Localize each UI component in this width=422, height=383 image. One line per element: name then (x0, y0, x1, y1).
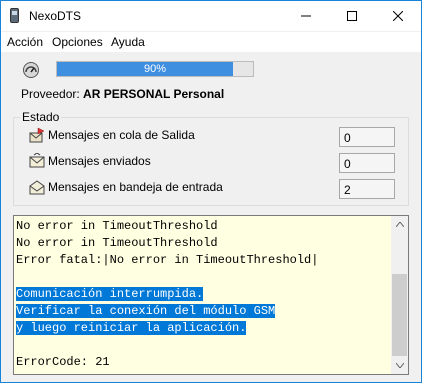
scroll-down-button[interactable] (391, 357, 408, 374)
log-content: No error in TimeoutThreshold No error in … (16, 218, 392, 371)
menu-bar: Acción Opciones Ayuda (1, 32, 421, 52)
inbox-label: Mensajes en bandeja de entrada (48, 180, 223, 194)
minimize-button[interactable] (283, 1, 329, 31)
close-button[interactable] (375, 1, 421, 31)
log-line: No error in TimeoutThreshold (16, 219, 218, 233)
log-line: Verificar la conexión del módulo GSM (16, 304, 276, 318)
window-title: NexoDTS (29, 9, 82, 23)
log-line: Comunicación interrumpida. (16, 287, 204, 301)
connection-gauge-icon (23, 62, 39, 78)
log-textarea[interactable]: No error in TimeoutThreshold No error in … (13, 215, 409, 375)
close-icon (393, 11, 403, 21)
outbox-count: 0 (339, 127, 395, 147)
menu-opciones[interactable]: Opciones (52, 35, 103, 49)
main-window: NexoDTS Acción Opciones Ayuda 90% Provee… (0, 0, 422, 383)
menu-ayuda[interactable]: Ayuda (111, 35, 145, 49)
sent-mail-icon (29, 153, 45, 168)
sent-label: Mensajes enviados (48, 154, 151, 168)
inbox-mail-icon (29, 180, 45, 195)
progress-bar: 90% (56, 61, 254, 77)
log-line: ErrorCode: 21 (16, 355, 110, 369)
inbox-count: 2 (339, 179, 395, 199)
status-group-label: Estado (20, 110, 62, 124)
maximize-icon (347, 11, 357, 21)
provider-value: AR PERSONAL Personal (83, 87, 225, 101)
provider-line: Proveedor: AR PERSONAL Personal (21, 87, 224, 101)
maximize-button[interactable] (329, 1, 375, 31)
menu-accion[interactable]: Acción (7, 35, 43, 49)
minimize-icon (301, 15, 311, 17)
chevron-down-icon (395, 363, 404, 368)
sent-count: 0 (339, 153, 395, 173)
progress-text: 90% (143, 63, 167, 75)
outbox-label: Mensajes en cola de Salida (48, 128, 195, 142)
log-line: Error fatal:|No error in TimeoutThreshol… (16, 253, 319, 267)
title-bar[interactable]: NexoDTS (1, 1, 421, 31)
chevron-up-icon (395, 222, 404, 227)
outbox-icon (29, 127, 45, 143)
phone-app-icon (10, 8, 19, 23)
log-scrollbar[interactable] (391, 216, 408, 374)
log-line: y luego reiniciar la aplicación. (16, 321, 247, 335)
scroll-thumb[interactable] (392, 274, 407, 356)
log-line: No error in TimeoutThreshold (16, 236, 218, 250)
provider-label: Proveedor: (21, 87, 80, 101)
scroll-up-button[interactable] (391, 216, 408, 233)
